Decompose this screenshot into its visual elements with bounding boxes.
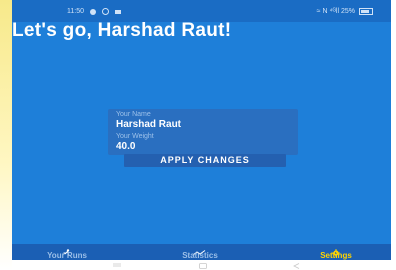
message-icon (115, 9, 121, 14)
nav-label-your-runs: Your Runs (47, 251, 87, 260)
battery-icon (359, 8, 373, 15)
page-title: Let's go, Harshad Raut! (12, 20, 232, 41)
name-input[interactable]: Harshad Raut (116, 119, 181, 130)
back-icon[interactable] (292, 263, 302, 269)
status-bar: 11:50 ≈ N ⁴ᴳll 25% (12, 0, 391, 22)
status-time: 11:50 (67, 8, 84, 15)
apply-changes-button[interactable]: APPLY CHANGES (124, 154, 286, 167)
home-icon[interactable] (198, 263, 208, 269)
nav-label-statistics: Statistics (182, 251, 218, 260)
notification-icon (90, 8, 96, 15)
weight-field-label: Your Weight (116, 133, 154, 140)
status-right: ≈ N ⁴ᴳll 25% (317, 8, 373, 15)
app-screen: 11:50 ≈ N ⁴ᴳll 25% Let's go, Harshad Rau… (12, 0, 391, 270)
weight-field[interactable]: Your Weight 40.0 (108, 131, 298, 155)
nav-item-your-runs[interactable]: Your Runs (27, 244, 107, 260)
name-field[interactable]: Your Name Harshad Raut (108, 109, 298, 133)
status-indicators: ≈ N ⁴ᴳll 25% (316, 8, 355, 15)
name-field-label: Your Name (116, 111, 151, 118)
status-left: 11:50 (67, 8, 121, 15)
bottom-navigation: Your Runs Statistics Settings (12, 244, 391, 260)
nav-label-settings: Settings (320, 251, 352, 260)
nav-item-settings[interactable]: Settings (296, 244, 376, 260)
system-navigation-bar (12, 260, 391, 270)
sync-icon (102, 8, 109, 15)
recent-apps-icon[interactable] (112, 263, 122, 268)
nav-item-statistics[interactable]: Statistics (160, 244, 240, 260)
weight-input[interactable]: 40.0 (116, 141, 135, 152)
